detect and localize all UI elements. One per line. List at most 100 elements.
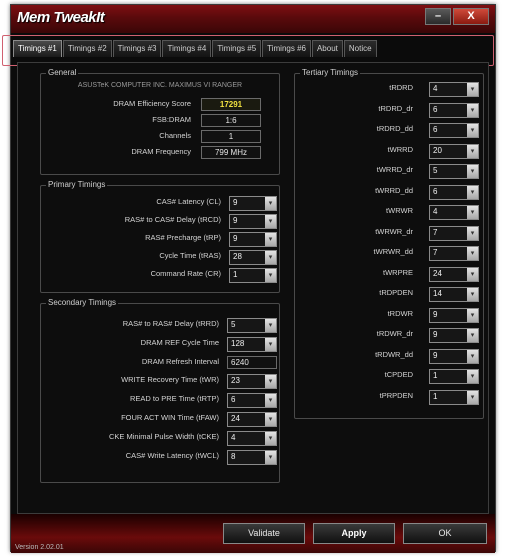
tertiary-row: tRDRD_dr 6 ▾ (295, 102, 483, 118)
tertiary-row-label: tWRPRE (383, 267, 413, 277)
chevron-down-icon[interactable]: ▾ (467, 390, 478, 404)
chevron-down-icon[interactable]: ▾ (467, 124, 478, 137)
minimize-button[interactable]: – (425, 8, 451, 25)
chevron-down-icon[interactable]: ▾ (265, 338, 276, 351)
tertiary-timing-select[interactable]: 1 ▾ (429, 389, 479, 405)
combo-value: 4 (231, 433, 236, 442)
combo-value: 6 (231, 395, 236, 404)
chevron-down-icon[interactable]: ▾ (467, 185, 478, 199)
chevron-down-icon[interactable]: ▾ (467, 103, 478, 117)
version-label: Version 2.02.01 (15, 544, 64, 551)
chevron-down-icon[interactable]: ▾ (467, 329, 478, 342)
chevron-down-icon[interactable]: ▾ (467, 349, 478, 363)
chevron-down-icon[interactable]: ▾ (265, 319, 276, 332)
chevron-down-icon[interactable]: ▾ (467, 288, 478, 301)
tertiary-timing-select[interactable]: 6 ▾ (429, 184, 479, 200)
primary-row-label: RAS# Precharge (tRP) (145, 233, 221, 242)
ok-button[interactable]: OK (403, 523, 487, 544)
trfc-select[interactable]: 128 ▾ (227, 337, 277, 352)
secondary-row-label: CKE Minimal Pulse Width (tCKE) (108, 432, 219, 441)
general-row: DRAM Efficiency Score 17291 (41, 98, 279, 112)
tertiary-timing-select[interactable]: 7 ▾ (429, 225, 479, 241)
tertiary-timing-select[interactable]: 7 ▾ (429, 246, 479, 261)
chevron-down-icon[interactable]: ▾ (265, 233, 276, 246)
general-row: Channels 1 (41, 130, 279, 144)
secondary-row: DRAM Refresh Interval 6240 (41, 356, 279, 370)
tertiary-timing-select[interactable]: 9 ▾ (429, 348, 479, 364)
tertiary-timing-select[interactable]: 14 ▾ (429, 287, 479, 302)
tcke-select[interactable]: 4 ▾ (227, 431, 277, 446)
combo-value: 9 (433, 330, 438, 339)
tab-content-panel: General ASUSTeK COMPUTER INC. MAXIMUS VI… (17, 62, 489, 514)
secondary-row-label: CAS# Write Latency (tWCL) (125, 451, 219, 460)
tab-timings-5[interactable]: Timings #5 (212, 40, 262, 57)
chevron-down-icon[interactable]: ▾ (265, 215, 276, 228)
mem-tweakit-window: Mem TweakIt – X Timings #1 Timings #2 Ti… (2, 4, 496, 553)
tras-select[interactable]: 28 ▾ (229, 250, 277, 265)
primary-row: Command Rate (CR) 1 ▾ (41, 268, 279, 283)
tfaw-select[interactable]: 24 ▾ (227, 412, 277, 427)
tab-timings-2[interactable]: Timings #2 (62, 40, 112, 57)
tertiary-timing-select[interactable]: 24 ▾ (429, 266, 479, 282)
tertiary-timing-select[interactable]: 9 ▾ (429, 307, 479, 323)
tertiary-row-label: tRDRD (389, 83, 413, 92)
dram-frequency-value: 799 MHz (201, 146, 261, 159)
combo-value: 23 (231, 376, 240, 385)
secondary-row: CKE Minimal Pulse Width (tCKE) 4 ▾ (41, 431, 279, 446)
tab-timings-1[interactable]: Timings #1 (13, 40, 62, 57)
command-rate-select[interactable]: 1 ▾ (229, 268, 277, 283)
chevron-down-icon[interactable]: ▾ (467, 226, 478, 240)
tertiary-row: tPRPDEN 1 ▾ (295, 389, 483, 405)
tertiary-timing-select[interactable]: 20 ▾ (429, 143, 479, 159)
tab-timings-4[interactable]: Timings #4 (162, 40, 212, 57)
tab-timings-6[interactable]: Timings #6 (262, 40, 311, 57)
tertiary-timing-select[interactable]: 4 ▾ (429, 205, 479, 220)
chevron-down-icon[interactable]: ▾ (467, 370, 478, 383)
tertiary-row: tWRWR 4 ▾ (295, 205, 483, 220)
tertiary-timing-select[interactable]: 5 ▾ (429, 164, 479, 179)
chevron-down-icon[interactable]: ▾ (265, 375, 276, 388)
chevron-down-icon[interactable]: ▾ (265, 451, 276, 464)
tertiary-timing-select[interactable]: 6 ▾ (429, 123, 479, 138)
primary-timings-group: Primary Timings CAS# Latency (CL) 9 ▾ RA… (40, 180, 280, 293)
motherboard-name: ASUSTeK COMPUTER INC. MAXIMUS VI RANGER (77, 82, 243, 89)
tab-timings-3[interactable]: Timings #3 (112, 40, 162, 57)
secondary-row-label: RAS# to RAS# Delay (tRRD) (122, 319, 219, 328)
trrd-select[interactable]: 5 ▾ (227, 318, 277, 333)
chevron-down-icon[interactable]: ▾ (467, 206, 478, 219)
secondary-row-label: FOUR ACT WIN Time (tFAW) (121, 413, 219, 422)
chevron-down-icon[interactable]: ▾ (265, 269, 276, 282)
chevron-down-icon[interactable]: ▾ (467, 83, 478, 96)
twcl-select[interactable]: 8 ▾ (227, 450, 277, 465)
tertiary-timing-select[interactable]: 9 ▾ (429, 328, 479, 343)
chevron-down-icon[interactable]: ▾ (467, 267, 478, 281)
close-button[interactable]: X (453, 8, 489, 25)
tertiary-timing-select[interactable]: 6 ▾ (429, 102, 479, 118)
chevron-down-icon[interactable]: ▾ (265, 394, 276, 407)
trp-select[interactable]: 9 ▾ (229, 232, 277, 247)
tertiary-timing-select[interactable]: 1 ▾ (429, 369, 479, 384)
combo-value: 1 (233, 270, 238, 279)
apply-button[interactable]: Apply (313, 523, 395, 544)
chevron-down-icon[interactable]: ▾ (467, 308, 478, 322)
chevron-down-icon[interactable]: ▾ (265, 251, 276, 264)
secondary-row: WRITE Recovery Time (tWR) 23 ▾ (41, 374, 279, 389)
primary-row-label: Cycle Time (tRAS) (159, 251, 221, 260)
general-row-label: Channels (159, 131, 191, 140)
title-bar[interactable]: Mem TweakIt – X (11, 5, 495, 33)
tertiary-timing-select[interactable]: 4 ▾ (429, 82, 479, 97)
tab-about[interactable]: About (311, 40, 343, 57)
chevron-down-icon[interactable]: ▾ (467, 144, 478, 158)
chevron-down-icon[interactable]: ▾ (467, 247, 478, 260)
twr-select[interactable]: 23 ▾ (227, 374, 277, 389)
chevron-down-icon[interactable]: ▾ (265, 197, 276, 210)
trtp-select[interactable]: 6 ▾ (227, 393, 277, 408)
chevron-down-icon[interactable]: ▾ (467, 165, 478, 178)
cas-latency-select[interactable]: 9 ▾ (229, 196, 277, 211)
chevron-down-icon[interactable]: ▾ (265, 432, 276, 445)
tab-notice[interactable]: Notice (343, 40, 377, 57)
tertiary-row: tWRRD_dr 5 ▾ (295, 164, 483, 179)
chevron-down-icon[interactable]: ▾ (265, 413, 276, 426)
trcd-select[interactable]: 9 ▾ (229, 214, 277, 229)
validate-button[interactable]: Validate (223, 523, 305, 544)
